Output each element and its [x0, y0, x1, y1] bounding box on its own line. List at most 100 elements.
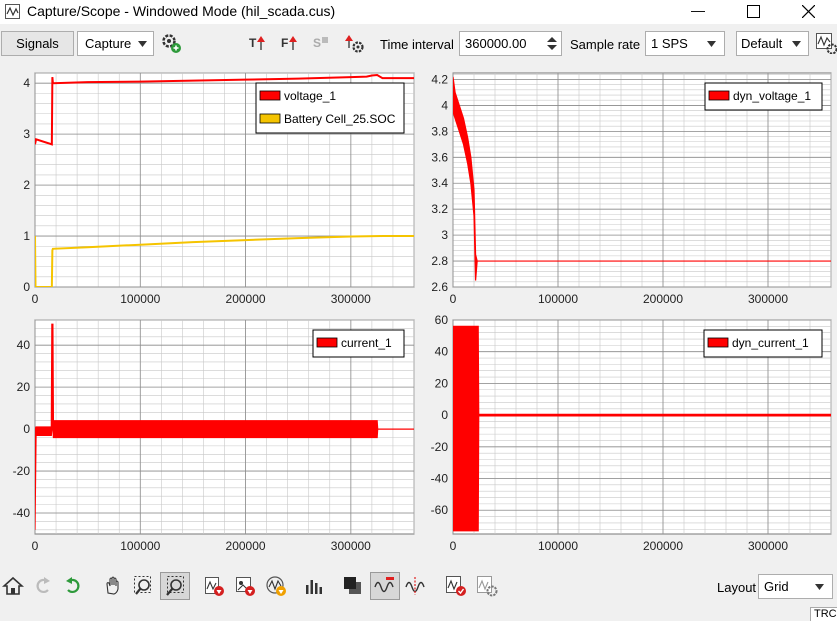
y-tick-label: 40: [17, 338, 31, 352]
y-tick-label: -20: [431, 440, 449, 454]
legend-swatch: [259, 90, 281, 101]
trigger-falling-icon[interactable]: F: [279, 32, 301, 54]
capture-select[interactable]: Capture: [77, 31, 154, 56]
legend-swatch: [259, 113, 281, 124]
home-icon[interactable]: [2, 575, 24, 597]
capture-settings-icon[interactable]: [160, 32, 182, 54]
sample-rate-label: Sample rate: [570, 37, 641, 52]
chevron-down-icon: [792, 41, 801, 47]
x-tick-label: 0: [450, 539, 457, 553]
layout-select[interactable]: Grid: [758, 574, 833, 599]
y-tick-label: -60: [431, 503, 449, 517]
preset-select[interactable]: Default: [736, 31, 809, 56]
x-tick-label: 300000: [331, 292, 371, 306]
legend-label: Battery Cell_25.SOC: [284, 112, 396, 126]
y-tick-label: 0: [441, 408, 448, 422]
time-interval-value: 360000.00: [465, 36, 527, 51]
x-tick-label: 0: [450, 292, 457, 306]
chart-dyn-current-svg[interactable]: 0 100000 200000 300000 -60 -40 -20 0 20 40 60 dyn_c…: [420, 312, 837, 558]
chart-current[interactable]: 0 100000 200000 300000 -40 -20 0 20 40 current_1: [0, 312, 418, 558]
maximize-button[interactable]: [728, 0, 774, 24]
import-icon[interactable]: [203, 575, 225, 597]
remove-plot-icon[interactable]: [445, 575, 467, 597]
undo-icon[interactable]: [32, 575, 54, 597]
redo-icon[interactable]: [62, 575, 84, 597]
analog-wave-icon: [374, 577, 394, 593]
chart-voltage[interactable]: 0 100000 200000 300000 0 1 2 3 4 voltage_1 Battery…: [0, 65, 418, 310]
capture-select-value: Capture: [85, 36, 132, 51]
x-tick-label: 200000: [643, 292, 683, 306]
sample-rate-value: 1 SPS: [651, 36, 688, 51]
bottom-toolbar: Layout Grid: [0, 572, 837, 602]
y-tick-label: 3: [441, 228, 448, 242]
legend-label: dyn_current_1: [732, 336, 809, 350]
zoom-auto-button[interactable]: [160, 572, 190, 600]
y-tick-label: 2.6: [431, 280, 448, 294]
stack-icon[interactable]: [342, 575, 364, 597]
chevron-down-icon: [707, 41, 716, 47]
delete-icon[interactable]: [234, 575, 256, 597]
zoom-auto-icon: [166, 576, 184, 596]
chart-current-svg[interactable]: 0 100000 200000 300000 -40 -20 0 20 40 current_1: [0, 312, 418, 558]
y-tick-label: 60: [435, 313, 449, 327]
chart-voltage-svg[interactable]: 0 100000 200000 300000 0 1 2 3 4 voltage_1 Battery…: [0, 65, 418, 310]
export-icon[interactable]: [815, 32, 837, 54]
x-tick-label: 200000: [226, 292, 266, 306]
chart-dyn-voltage-svg[interactable]: 0 100000 200000 300000 2.6 2.8 3 3.2 3.4 3.6 3.8 4 4…: [420, 65, 837, 310]
close-icon: [802, 5, 815, 18]
x-tick-label: 0: [32, 292, 39, 306]
svg-text:S: S: [313, 36, 321, 50]
y-tick-label: 2: [23, 178, 30, 192]
analog-wave-button[interactable]: [370, 572, 400, 600]
zoom-rect-icon[interactable]: [133, 575, 155, 597]
chart-dyn-voltage[interactable]: 0 100000 200000 300000 2.6 2.8 3 3.2 3.4 3.6 3.8 4 4…: [420, 65, 837, 310]
spinner-arrows-icon[interactable]: [546, 35, 558, 52]
x-tick-label: 200000: [226, 539, 266, 553]
y-tick-label: 4.2: [431, 72, 448, 86]
x-tick-label: 200000: [643, 539, 683, 553]
time-interval-input[interactable]: 360000.00: [459, 31, 562, 56]
x-tick-label: 300000: [748, 539, 788, 553]
legend-label: current_1: [341, 336, 392, 350]
y-tick-label: 0: [23, 422, 30, 436]
trigger-single-icon[interactable]: S: [311, 32, 333, 54]
pan-icon[interactable]: [102, 575, 124, 597]
sample-rate-select[interactable]: 1 SPS: [645, 31, 725, 56]
legend-label: voltage_1: [284, 89, 336, 103]
trigger-settings-icon[interactable]: [343, 32, 365, 54]
fft-icon[interactable]: [405, 575, 427, 597]
scope-toolbar: Signals Capture T F S Time interval 3600…: [0, 27, 837, 61]
y-tick-label: 3: [23, 127, 30, 141]
y-tick-label: 0: [23, 280, 30, 294]
y-tick-label: 4: [441, 98, 448, 112]
add-signal-icon[interactable]: [265, 575, 287, 597]
y-tick-label: 20: [435, 376, 449, 390]
y-tick-label: -40: [431, 472, 449, 486]
legend-swatch: [316, 337, 338, 348]
legend-swatch: [708, 90, 730, 101]
y-tick-label: 1: [23, 229, 30, 243]
y-tick-label: 20: [17, 380, 31, 394]
plot-settings-icon[interactable]: [476, 575, 498, 597]
close-button[interactable]: [783, 0, 829, 24]
status-indicator: TRC: [810, 607, 837, 621]
svg-text:T: T: [249, 36, 257, 50]
y-tick-label: 3.8: [431, 124, 448, 138]
y-tick-label: 3.2: [431, 202, 448, 216]
layout-label: Layout: [717, 580, 757, 595]
title-bar: Capture/Scope - Windowed Mode (hil_scada…: [0, 0, 837, 24]
signals-button[interactable]: Signals: [1, 31, 74, 56]
y-tick-label: 2.8: [431, 254, 448, 268]
bar-chart-icon[interactable]: [303, 575, 325, 597]
y-tick-label: 3.6: [431, 150, 448, 164]
window-title: Capture/Scope - Windowed Mode (hil_scada…: [27, 3, 336, 19]
time-interval-label: Time interval: [380, 37, 454, 52]
x-tick-label: 100000: [538, 539, 578, 553]
chart-dyn-current[interactable]: 0 100000 200000 300000 -60 -40 -20 0 20 40 60 dyn_c…: [420, 312, 837, 558]
trigger-rising-icon[interactable]: T: [247, 32, 269, 54]
minimize-button[interactable]: —: [674, 0, 720, 24]
signals-button-label: Signals: [16, 36, 59, 51]
y-tick-label: -20: [13, 464, 31, 478]
svg-text:F: F: [281, 36, 288, 50]
chevron-down-icon: [138, 41, 147, 47]
